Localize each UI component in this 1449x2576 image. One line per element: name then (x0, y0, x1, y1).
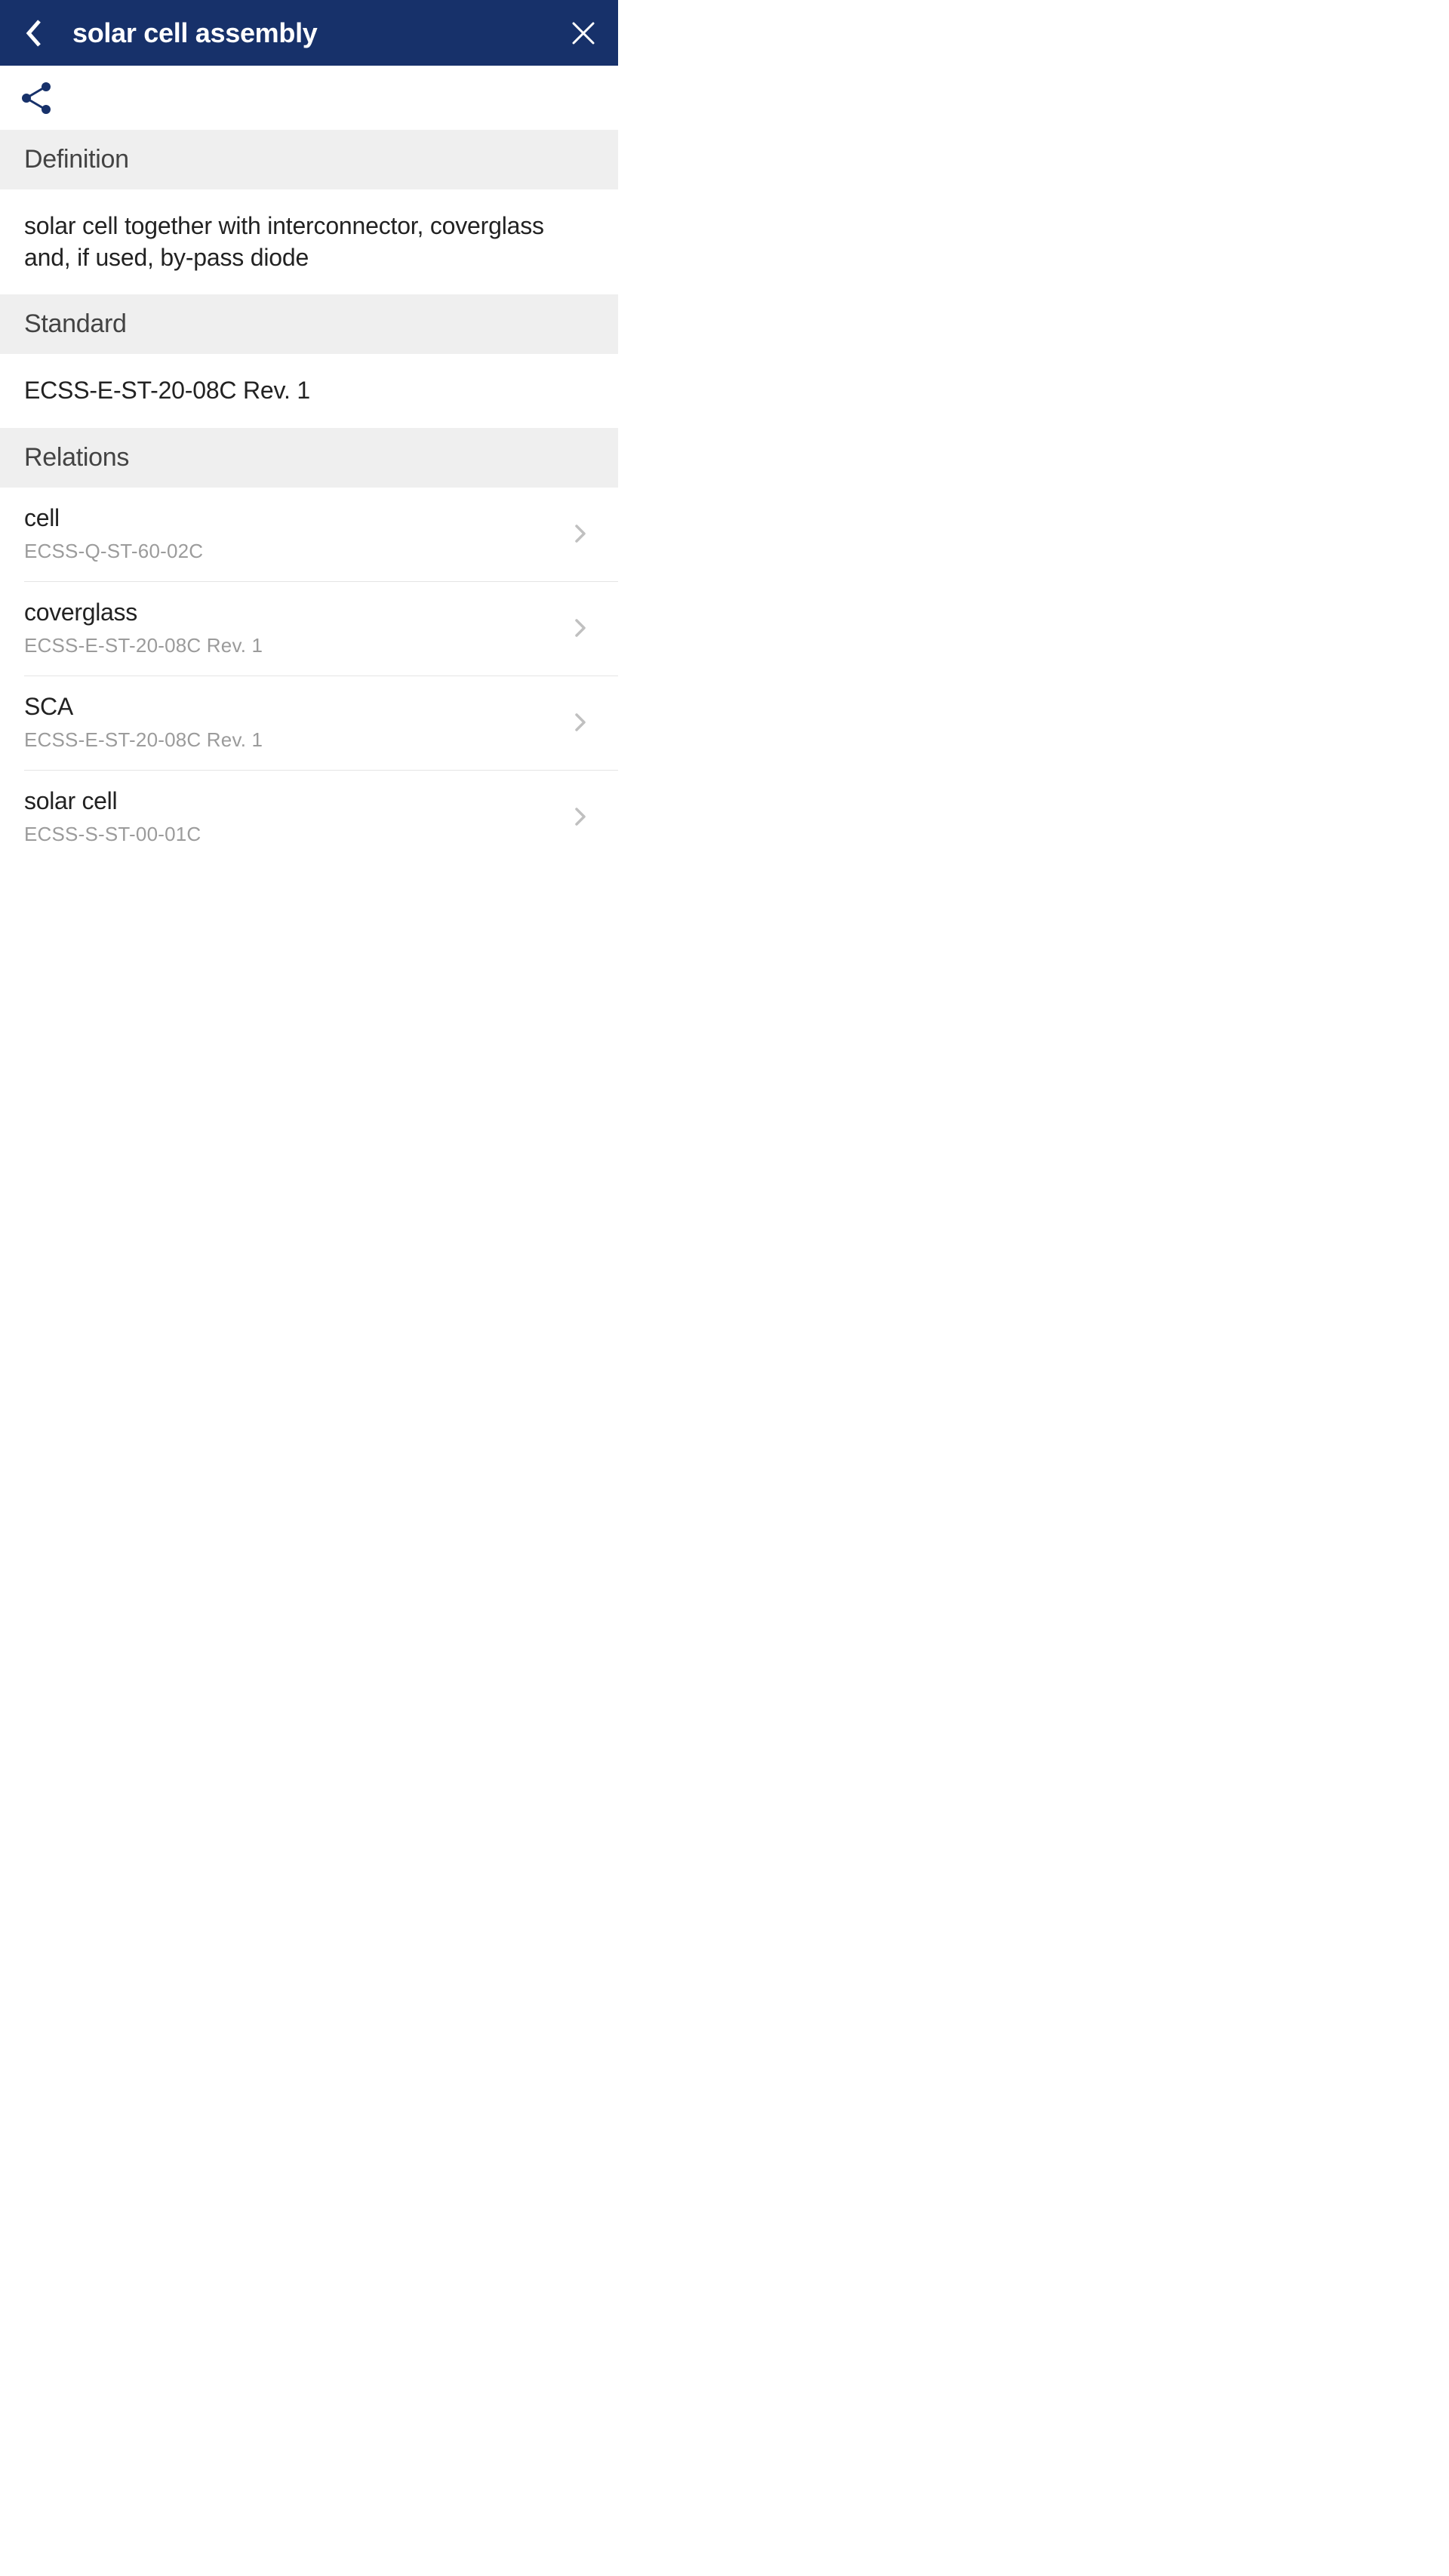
share-icon (20, 81, 52, 115)
relation-text: coverglass ECSS-E-ST-20-08C Rev. 1 (24, 599, 570, 657)
relation-title: solar cell (24, 787, 570, 815)
chevron-left-icon (24, 18, 42, 48)
relation-subtitle: ECSS-S-ST-00-01C (24, 823, 570, 846)
relation-subtitle: ECSS-E-ST-20-08C Rev. 1 (24, 728, 570, 752)
chevron-right-icon (570, 806, 591, 827)
relation-title: SCA (24, 693, 570, 721)
chevron-right-icon (570, 712, 591, 733)
definition-content: solar cell together with interconnector,… (0, 189, 618, 294)
relations-list: cell ECSS-Q-ST-60-02C coverglass ECSS-E-… (0, 488, 618, 864)
close-icon (571, 20, 596, 46)
relation-item[interactable]: cell ECSS-Q-ST-60-02C (24, 488, 618, 582)
relation-subtitle: ECSS-Q-ST-60-02C (24, 540, 570, 563)
relation-item[interactable]: solar cell ECSS-S-ST-00-01C (24, 771, 618, 864)
relation-title: cell (24, 504, 570, 532)
chevron-right-icon (570, 617, 591, 639)
chevron-right-icon (570, 523, 591, 544)
back-button[interactable] (18, 17, 48, 50)
page-title: solar cell assembly (72, 17, 318, 49)
share-button[interactable] (18, 80, 54, 116)
app-header: solar cell assembly (0, 0, 618, 66)
relation-text: cell ECSS-Q-ST-60-02C (24, 504, 570, 563)
relations-section-header: Relations (0, 428, 618, 488)
standard-content: ECSS-E-ST-20-08C Rev. 1 (0, 354, 618, 428)
definition-section-header: Definition (0, 130, 618, 189)
relation-text: solar cell ECSS-S-ST-00-01C (24, 787, 570, 846)
standard-section-header: Standard (0, 294, 618, 354)
relation-subtitle: ECSS-E-ST-20-08C Rev. 1 (24, 634, 570, 657)
close-button[interactable] (567, 17, 600, 50)
toolbar (0, 66, 618, 130)
relation-text: SCA ECSS-E-ST-20-08C Rev. 1 (24, 693, 570, 752)
relation-title: coverglass (24, 599, 570, 626)
relation-item[interactable]: coverglass ECSS-E-ST-20-08C Rev. 1 (24, 582, 618, 676)
relation-item[interactable]: SCA ECSS-E-ST-20-08C Rev. 1 (24, 676, 618, 771)
